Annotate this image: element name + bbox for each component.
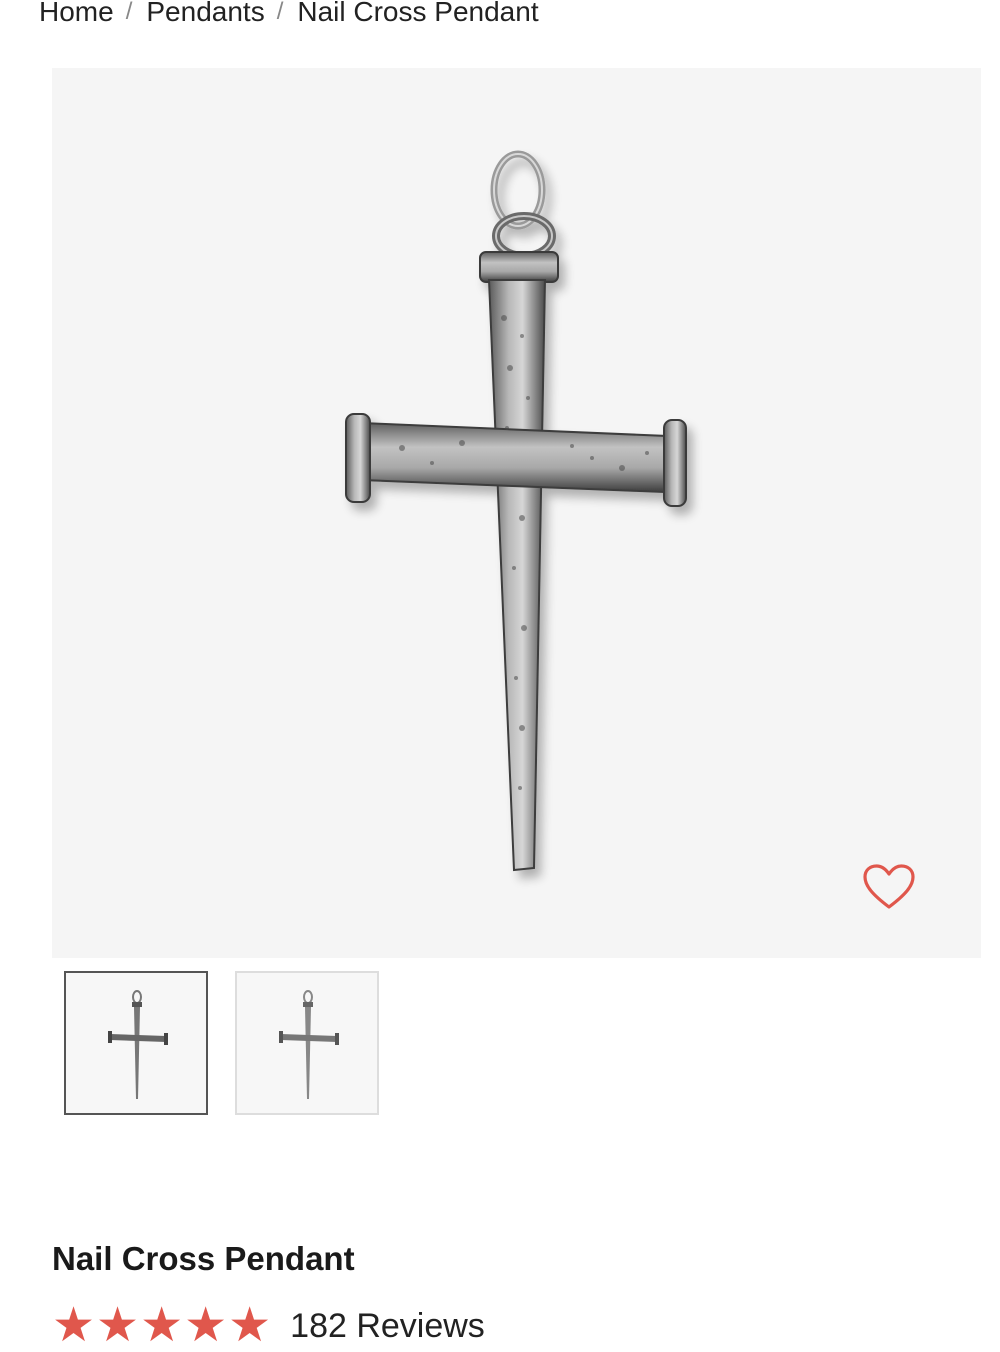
thumbnail-pendant-image xyxy=(108,990,168,1099)
breadcrumb-home[interactable]: Home xyxy=(39,0,114,28)
product-title: Nail Cross Pendant xyxy=(52,1240,355,1277)
star-icon: ★ xyxy=(96,1299,140,1352)
star-rating: ★ ★ ★ ★ ★ xyxy=(52,1299,272,1352)
product-rating: ★ ★ ★ ★ ★ 182 Reviews xyxy=(52,1299,485,1352)
wishlist-button[interactable] xyxy=(860,861,918,913)
breadcrumb-current: Nail Cross Pendant xyxy=(297,0,539,27)
star-icon: ★ xyxy=(184,1299,228,1352)
thumbnail-1[interactable] xyxy=(64,971,208,1115)
heart-outline-icon xyxy=(863,864,915,909)
star-icon: ★ xyxy=(52,1299,96,1352)
breadcrumb-separator: / xyxy=(276,0,284,25)
main-product-image[interactable] xyxy=(52,68,981,958)
star-icon: ★ xyxy=(228,1299,272,1352)
reviews-link[interactable]: 182 Reviews xyxy=(290,1307,485,1346)
thumbnail-pendant-image xyxy=(279,990,339,1099)
nail-cross-pendant-image xyxy=(345,150,687,872)
breadcrumb: Home / Pendants / Nail Cross Pendant xyxy=(39,0,539,32)
breadcrumb-separator: / xyxy=(125,0,133,25)
thumbnail-2[interactable] xyxy=(235,971,379,1115)
breadcrumb-pendants[interactable]: Pendants xyxy=(146,0,264,28)
star-icon: ★ xyxy=(140,1299,184,1352)
